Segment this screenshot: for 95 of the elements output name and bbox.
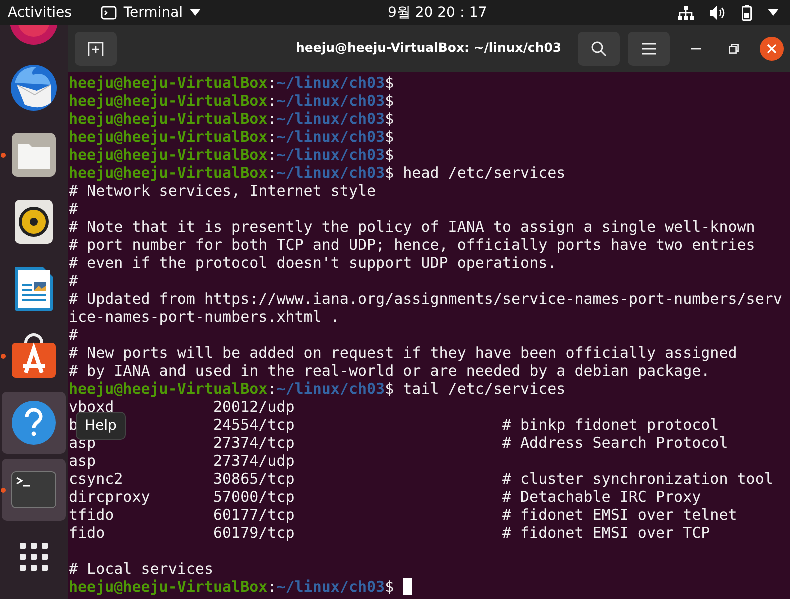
- service-port: 24554/tcp: [213, 416, 295, 434]
- prompt-sign: $: [385, 146, 394, 164]
- caret-icon: [190, 9, 202, 16]
- service-port: 60179/tcp: [213, 524, 295, 542]
- output-line: # New ports will be added on request if they have been officially assigned: [69, 344, 738, 362]
- command-text: head /etc/services: [403, 164, 566, 182]
- close-button[interactable]: [760, 36, 784, 60]
- command-text: tail /etc/services: [403, 380, 566, 398]
- service-port: 57000/tcp: [213, 488, 295, 506]
- new-tab-icon: [88, 42, 104, 56]
- prompt-separator: :: [268, 128, 277, 146]
- prompt-user: heeju@heeju-VirtualBox: [69, 110, 268, 128]
- dock-item[interactable]: [2, 392, 66, 454]
- tooltip: Help: [76, 412, 126, 440]
- output-line: # port number for both TCP and UDP; hence, officially ports have two entries: [69, 236, 756, 254]
- service-comment: # fidonet EMSI over telnet: [502, 506, 738, 524]
- prompt-sign: $: [385, 92, 394, 110]
- service-name: fido: [69, 524, 106, 542]
- prompt-path: ~/linux/ch03: [276, 110, 386, 128]
- prompt-path: ~/linux/ch03: [276, 146, 386, 164]
- menu-button[interactable]: [628, 32, 670, 66]
- output-line: # by IANA and used in the real-world or are needed by a debian package.: [69, 362, 710, 380]
- prompt-path: ~/linux/ch03: [276, 74, 386, 92]
- service-name: dircproxy: [69, 488, 150, 506]
- output-line: # even if the protocol doesn't support UDP operations.: [69, 254, 557, 272]
- prompt-separator: :: [268, 110, 277, 128]
- service-comment: # cluster synchronization tool: [502, 470, 774, 488]
- menu-icon: [642, 42, 656, 54]
- service-port: 27374/udp: [213, 452, 295, 470]
- prompt-sign: $: [385, 578, 394, 596]
- prompt-separator: :: [268, 146, 277, 164]
- prompt-user: heeju@heeju-VirtualBox: [69, 164, 268, 182]
- prompt-path: ~/linux/ch03: [276, 128, 386, 146]
- volume-icon[interactable]: [710, 6, 726, 20]
- prompt-separator: :: [268, 380, 277, 398]
- app-grid-icon: [19, 542, 49, 572]
- prompt-user: heeju@heeju-VirtualBox: [69, 128, 268, 146]
- speaker-icon: [14, 199, 54, 245]
- prompt-separator: :: [268, 74, 277, 92]
- clock[interactable]: 9월 20 20：17: [388, 4, 488, 22]
- output-line: # Network services, Internet style: [69, 182, 376, 200]
- prompt-path: ~/linux/ch03: [276, 92, 386, 110]
- prompt-user: heeju@heeju-VirtualBox: [69, 578, 268, 596]
- prompt-path: ~/linux/ch03: [276, 578, 386, 596]
- search-icon: [591, 40, 607, 56]
- minimize-icon: [691, 48, 701, 50]
- activities-button[interactable]: Activities: [0, 4, 72, 20]
- prompt-user: heeju@heeju-VirtualBox: [69, 92, 268, 110]
- close-icon: [767, 44, 777, 54]
- output-line: #: [69, 272, 78, 290]
- battery-icon[interactable]: [742, 4, 752, 20]
- prompt-separator: :: [268, 164, 277, 182]
- prompt-separator: :: [268, 578, 277, 596]
- terminal-icon: [100, 6, 117, 20]
- prompt-separator: :: [268, 92, 277, 110]
- prompt-sign: $: [385, 164, 394, 182]
- service-comment: # Detachable IRC Proxy: [502, 488, 702, 506]
- output-line: # Updated from https://www.iana.org/assignments/service-names-port-numbers/serv: [69, 290, 782, 308]
- prompt-user: heeju@heeju-VirtualBox: [69, 74, 268, 92]
- output-line: #: [69, 200, 78, 218]
- service-port: 30865/tcp: [213, 470, 295, 488]
- folder-icon: [11, 132, 57, 178]
- output-line: ice-names-port-numbers.xhtml .: [69, 308, 340, 326]
- output-line: # Local services: [69, 560, 214, 578]
- shopping-bag-icon: [11, 333, 57, 379]
- service-port: 60177/tcp: [213, 506, 295, 524]
- service-name: csync2: [69, 470, 124, 488]
- service-name: tfido: [69, 506, 114, 524]
- service-port: 20012/udp: [213, 398, 295, 416]
- document-icon: [14, 266, 54, 312]
- service-comment: # fidonet EMSI over TCP: [502, 524, 710, 542]
- service-comment: # binkp fidonet protocol: [502, 416, 720, 434]
- prompt-sign: $: [385, 380, 394, 398]
- prompt-sign: $: [385, 110, 394, 128]
- service-name: asp: [69, 452, 96, 470]
- terminal-icon: [11, 471, 57, 509]
- caret-icon[interactable]: [768, 9, 779, 16]
- prompt-user: heeju@heeju-VirtualBox: [69, 380, 268, 398]
- new-tab-button[interactable]: [75, 32, 117, 66]
- window-title: heeju@heeju-VirtualBox: ~/linux/ch03: [296, 40, 562, 55]
- output-line: # Note that it is presently the policy of IANA to assign a single well-known: [69, 218, 756, 236]
- prompt-sign: $: [385, 128, 394, 146]
- prompt-user: heeju@heeju-VirtualBox: [69, 146, 268, 164]
- app-menu[interactable]: Terminal: [100, 4, 202, 20]
- prompt-sign: $: [385, 74, 394, 92]
- search-button[interactable]: [578, 32, 620, 66]
- restore-icon: [729, 44, 739, 54]
- network-icon[interactable]: [678, 6, 694, 20]
- output-line: #: [69, 326, 78, 344]
- prompt-path: ~/linux/ch03: [276, 380, 386, 398]
- service-comment: # Address Search Protocol: [502, 434, 728, 452]
- mail-bird-icon: [9, 63, 59, 113]
- help-icon: [11, 400, 57, 446]
- prompt-path: ~/linux/ch03: [276, 164, 386, 182]
- service-port: 27374/tcp: [213, 434, 295, 452]
